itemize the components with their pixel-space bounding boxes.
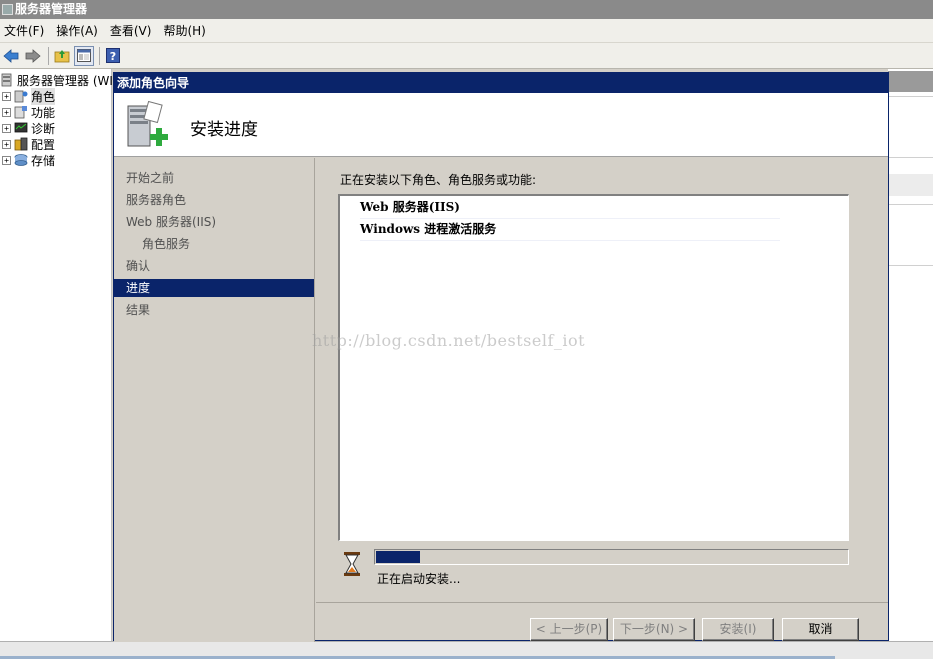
tree-item-features[interactable]: + 功能 (0, 104, 55, 120)
up-folder-icon[interactable] (52, 46, 72, 66)
step-web-server: Web 服务器(IIS) (126, 215, 217, 229)
status-bar (0, 641, 933, 659)
window-titlebar: 服务器管理器 (0, 0, 933, 19)
install-progress-bar (374, 549, 849, 565)
details-band (888, 174, 933, 196)
server-add-role-icon (127, 100, 168, 147)
toolbar: ? (0, 43, 933, 69)
wizard-title: 添加角色向导 (114, 73, 888, 93)
menu-bar: 文件(F) 操作(A) 查看(V) 帮助(H) (0, 19, 933, 43)
divider (888, 96, 933, 97)
tree-item-configuration[interactable]: + 配置 (0, 136, 55, 152)
expand-icon[interactable]: + (2, 155, 11, 165)
storage-icon (14, 154, 28, 166)
wizard-content: 正在安装以下角色、角色服务或功能: Web 服务器(IIS) Windows 进… (316, 158, 888, 602)
divider (888, 204, 933, 205)
expand-icon[interactable]: + (2, 123, 11, 133)
features-icon (14, 106, 27, 119)
progress-fill (376, 551, 420, 563)
step-confirmation: 确认 (126, 259, 151, 273)
details-pane (888, 69, 933, 641)
installing-label: 正在安装以下角色、角色服务或功能: (340, 173, 537, 187)
configuration-icon (14, 137, 28, 151)
roles-icon (14, 90, 28, 103)
tree-item-label: 配置 (31, 137, 56, 152)
step-server-roles: 服务器角色 (126, 193, 187, 207)
install-items-list[interactable]: Web 服务器(IIS) Windows 进程激活服务 (338, 194, 849, 541)
wizard-page-title: 安装进度 (190, 120, 258, 140)
add-roles-wizard-dialog: 添加角色向导 安装进度 开始之前 服务器角色 Web 服务器(IIS) 角色服务… (113, 72, 889, 642)
step-before-you-begin: 开始之前 (126, 171, 175, 185)
back-arrow-icon[interactable] (1, 46, 21, 66)
help-icon[interactable]: ? (103, 46, 123, 66)
toolbar-separator (99, 46, 100, 65)
next-button[interactable]: 下一步(N) > (613, 618, 695, 641)
console-tree: 服务器管理器 (WIN + 角色 + 功能 + 诊断 + 配置 + 存储 (0, 69, 122, 641)
menu-action[interactable]: 操作(A) (52, 22, 106, 39)
tree-item-storage[interactable]: + 存储 (0, 152, 55, 168)
diagnostics-icon (14, 122, 28, 133)
svg-text:?: ? (110, 50, 116, 63)
tree-item-label: 角色 (31, 87, 56, 105)
forward-arrow-icon[interactable] (23, 46, 43, 66)
step-results: 结果 (126, 303, 151, 317)
install-button[interactable]: 安装(I) (702, 618, 774, 641)
details-header-bar (888, 71, 933, 92)
divider (888, 265, 933, 266)
tree-root-label: 服务器管理器 (WIN (17, 73, 122, 88)
previous-button[interactable]: < 上一步(P) (530, 618, 608, 641)
divider (888, 157, 933, 158)
cancel-button[interactable]: 取消 (782, 618, 859, 641)
expand-icon[interactable]: + (2, 91, 11, 101)
tree-item-label: 功能 (31, 105, 56, 120)
progress-status-text: 正在启动安装... (377, 572, 461, 586)
show-hide-console-tree-icon[interactable] (74, 45, 94, 66)
tree-root[interactable]: 服务器管理器 (WIN (0, 72, 122, 88)
wizard-steps: 开始之前 服务器角色 Web 服务器(IIS) 角色服务 确认 进度 结果 (114, 158, 315, 642)
menu-file[interactable]: 文件(F) (0, 22, 52, 39)
toolbar-separator (48, 46, 49, 65)
expand-icon[interactable]: + (2, 107, 11, 117)
wizard-button-bar: < 上一步(P) 下一步(N) > 安装(I) 取消 (316, 602, 888, 642)
list-item: Windows 进程激活服务 (360, 219, 780, 241)
tree-item-label: 诊断 (31, 121, 56, 136)
step-progress: 进度 (114, 279, 314, 297)
server-manager-icon (2, 4, 13, 15)
tree-item-roles[interactable]: + 角色 (0, 87, 56, 105)
menu-help[interactable]: 帮助(H) (159, 22, 213, 39)
tree-item-label: 存储 (31, 153, 56, 168)
wizard-header: 安装进度 (114, 93, 888, 157)
menu-view[interactable]: 查看(V) (106, 22, 160, 39)
list-item: Web 服务器(IIS) (360, 197, 780, 219)
expand-icon[interactable]: + (2, 139, 11, 149)
step-role-services: 角色服务 (142, 237, 191, 251)
hourglass-icon (344, 552, 360, 576)
tree-item-diagnostics[interactable]: + 诊断 (0, 120, 55, 136)
window-title: 服务器管理器 (15, 2, 88, 16)
server-manager-icon (1, 73, 12, 87)
